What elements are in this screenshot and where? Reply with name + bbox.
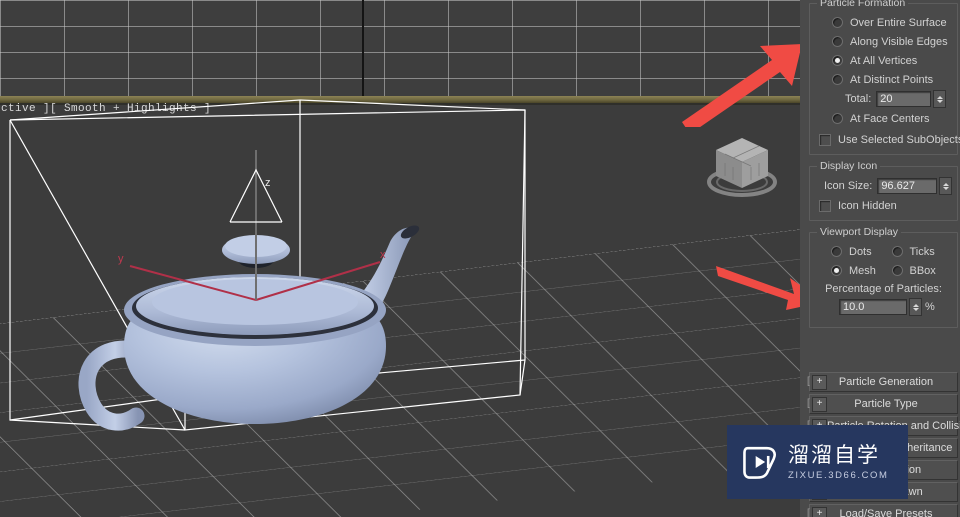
expander-icon-particle-generation[interactable]: + [812, 374, 827, 390]
watermark-brand-cn: 溜溜自学 [788, 443, 880, 467]
radio-icon-ticks[interactable] [891, 246, 903, 257]
checkbox-icon-icon-hidden[interactable] [819, 199, 831, 212]
teapot-object[interactable]: y x z [60, 150, 460, 440]
radio-at-all-vertices[interactable]: At All Vertices [832, 51, 953, 70]
radio-over-entire-surface[interactable]: Over Entire Surface [832, 13, 953, 32]
watermark-overlay: 溜溜自学 ZIXUE.3D66.COM [727, 425, 908, 499]
view-cube-gizmo[interactable] [700, 130, 784, 200]
group-viewport-display: Viewport Display Dots Mesh Ticks BBox Pe… [809, 226, 958, 328]
label-percentage-of-particles: Percentage of Particles: [825, 283, 942, 295]
radio-icon-at-face-centers[interactable] [832, 113, 843, 124]
rollout-label-particle-generation: Particle Generation [838, 376, 934, 388]
viewport-perspective[interactable]: ective ][ Smooth + Highlights ] y x z [0, 0, 800, 517]
checkbox-icon-use-selected-subobjects[interactable] [819, 133, 831, 146]
radio-at-face-centers[interactable]: At Face Centers [832, 109, 953, 128]
label-use-selected-subobjects: Use Selected SubObjects [838, 133, 960, 146]
group-display-icon: Display Icon Icon Size: Icon Hidden [809, 160, 958, 221]
radio-icon-at-all-vertices[interactable] [832, 55, 843, 66]
radio-icon-mesh[interactable] [831, 265, 842, 276]
radio-mesh[interactable]: Mesh [831, 261, 884, 280]
total-spinner[interactable] [933, 90, 947, 108]
radio-bbox[interactable]: BBox [891, 261, 954, 280]
radio-along-visible-edges[interactable]: Along Visible Edges [832, 32, 953, 51]
radio-icon-dots[interactable] [831, 246, 842, 257]
total-field-row: Total: [845, 89, 953, 109]
label-icon-size: Icon Size: [824, 180, 873, 192]
label-ticks: Ticks [909, 245, 935, 258]
rollout-label-particle-type: Particle Type [854, 398, 918, 410]
percentage-input[interactable] [839, 299, 907, 315]
group-title-particle-formation: Particle Formation [817, 0, 909, 9]
radio-icon-along-visible-edges[interactable] [832, 36, 843, 47]
checkbox-use-selected-subobjects[interactable]: Use Selected SubObjects [819, 130, 960, 149]
group-title-display-icon: Display Icon [817, 160, 881, 172]
percentage-field-row: % [839, 297, 953, 317]
icon-size-spinner[interactable] [939, 177, 953, 195]
rollout-bracket: [ [807, 376, 810, 387]
rollout-load-save-presets[interactable]: [ + Load/Save Presets [807, 504, 958, 517]
label-over-entire-surface: Over Entire Surface [850, 16, 947, 29]
expander-icon-load-save-presets[interactable]: + [812, 506, 827, 517]
group-particle-formation: Particle Formation Over Entire Surface A… [809, 0, 960, 155]
radio-dots[interactable]: Dots [831, 242, 884, 261]
label-bbox: BBox [909, 264, 936, 277]
label-along-visible-edges: Along Visible Edges [850, 35, 948, 48]
label-at-distinct-points: At Distinct Points [850, 73, 934, 86]
icon-size-field-row: Icon Size: [824, 176, 953, 196]
rollout-particle-generation[interactable]: [ + Particle Generation [807, 372, 958, 392]
svg-text:z: z [265, 177, 271, 189]
label-at-face-centers: At Face Centers [850, 112, 930, 125]
play-logo-icon [743, 446, 776, 479]
label-at-all-vertices: At All Vertices [850, 54, 918, 67]
radio-icon-bbox[interactable] [891, 265, 903, 276]
rollout-bracket: [ [807, 398, 810, 409]
svg-text:y: y [118, 253, 124, 265]
radio-icon-at-distinct-points[interactable] [832, 74, 843, 85]
label-total: Total: [845, 93, 872, 105]
group-title-viewport-display: Viewport Display [817, 226, 902, 238]
icon-size-input[interactable] [877, 178, 938, 194]
label-icon-hidden: Icon Hidden [838, 199, 897, 212]
application-window: ective ][ Smooth + Highlights ] y x z Pa… [0, 0, 960, 517]
radio-ticks[interactable]: Ticks [891, 242, 954, 261]
label-dots: Dots [849, 245, 872, 258]
expander-icon-particle-type[interactable]: + [812, 396, 827, 412]
rollout-label-load-save-presets: Load/Save Presets [839, 508, 933, 517]
radio-at-distinct-points[interactable]: At Distinct Points [832, 70, 953, 89]
total-input[interactable] [876, 91, 932, 107]
rollout-particle-type[interactable]: [ + Particle Type [807, 394, 958, 414]
percentage-suffix: % [925, 301, 935, 313]
rollout-bracket: [ [807, 508, 810, 517]
label-mesh: Mesh [849, 264, 876, 277]
watermark-text: 溜溜自学 ZIXUE.3D66.COM [788, 443, 889, 481]
radio-icon-over-entire-surface[interactable] [832, 17, 843, 28]
checkbox-icon-hidden[interactable]: Icon Hidden [819, 196, 953, 215]
watermark-url: ZIXUE.3D66.COM [788, 470, 889, 481]
svg-text:x: x [380, 249, 386, 261]
percentage-spinner[interactable] [909, 298, 922, 316]
